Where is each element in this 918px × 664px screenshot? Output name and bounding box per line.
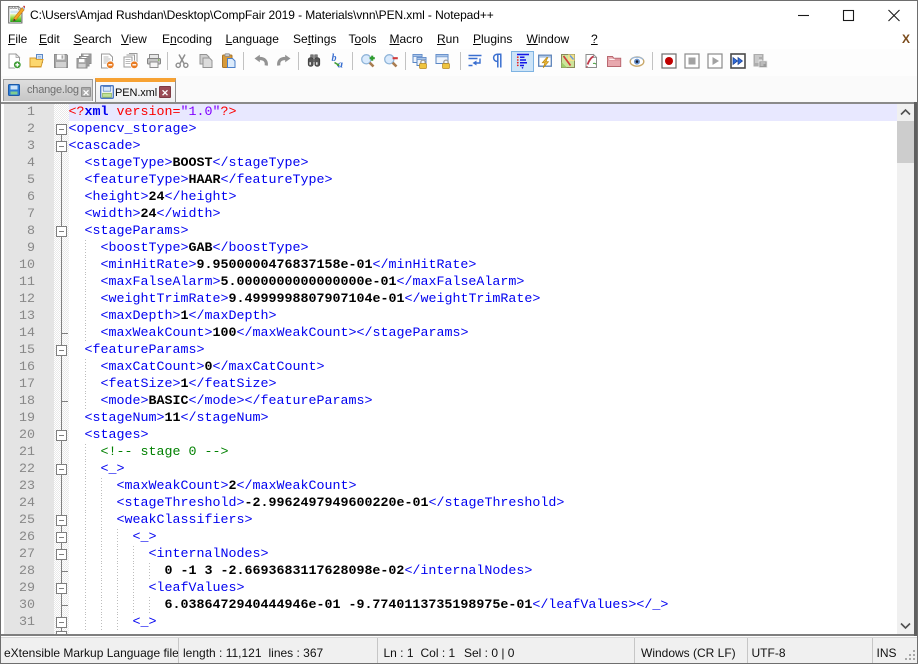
svg-text:a: a [337, 59, 343, 70]
